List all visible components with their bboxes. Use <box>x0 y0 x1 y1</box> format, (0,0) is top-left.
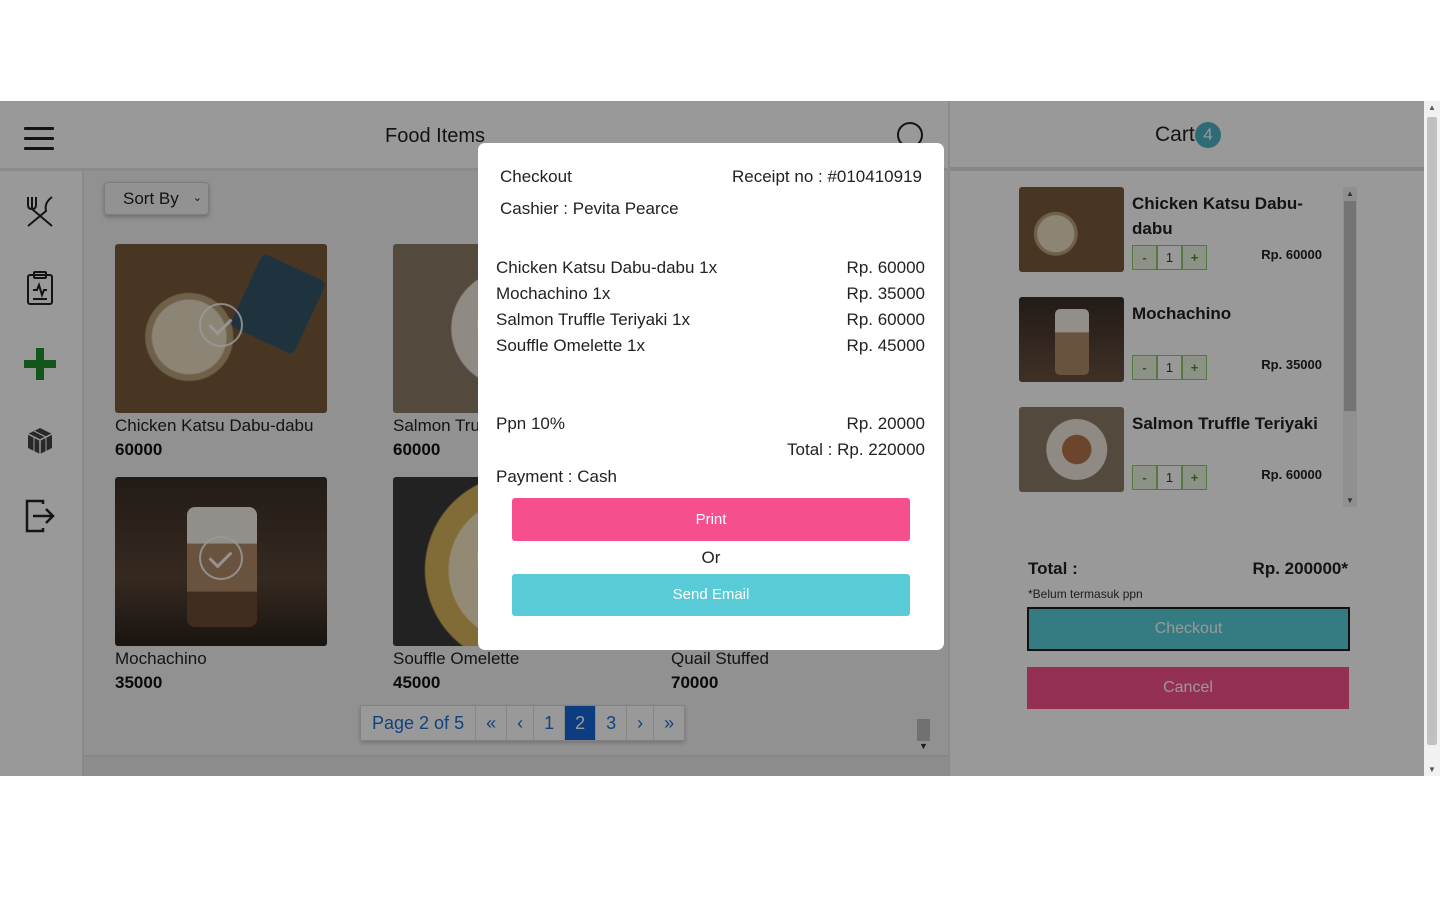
page-scrollbar[interactable]: ▲ ▼ <box>1424 101 1440 776</box>
cashier-name: Cashier : Pevita Pearce <box>500 199 679 218</box>
receipt-number: Receipt no : #010410919 <box>732 167 922 186</box>
scroll-thumb[interactable] <box>1427 117 1437 745</box>
send-email-button[interactable]: Send Email <box>512 574 910 616</box>
receipt-line-item: Souffle Omelette 1x <box>496 336 645 355</box>
modal-title: Checkout <box>500 167 572 186</box>
receipt-line-price: Rp. 45000 <box>846 336 925 355</box>
receipt-line-item: Salmon Truffle Teriyaki 1x <box>496 310 691 329</box>
receipt-line-price: Rp. 60000 <box>846 258 925 277</box>
receipt-total: Total : Rp. 220000 <box>787 440 925 459</box>
checkout-modal: Checkout Receipt no : #010410919 Cashier… <box>478 143 944 650</box>
scroll-down-icon[interactable]: ▼ <box>1424 765 1440 774</box>
payment-method: Payment : Cash <box>496 467 617 486</box>
print-button[interactable]: Print <box>512 498 910 541</box>
receipt-line-item: Chicken Katsu Dabu-dabu 1x <box>496 258 718 277</box>
ppn-label: Ppn 10% <box>496 414 565 433</box>
scroll-up-icon[interactable]: ▲ <box>1424 103 1440 112</box>
receipt-line-price: Rp. 35000 <box>846 284 925 303</box>
receipt-line-price: Rp. 60000 <box>846 310 925 329</box>
or-separator: Or <box>701 548 721 567</box>
receipt-line-item: Mochachino 1x <box>496 284 611 303</box>
ppn-value: Rp. 20000 <box>846 414 925 433</box>
